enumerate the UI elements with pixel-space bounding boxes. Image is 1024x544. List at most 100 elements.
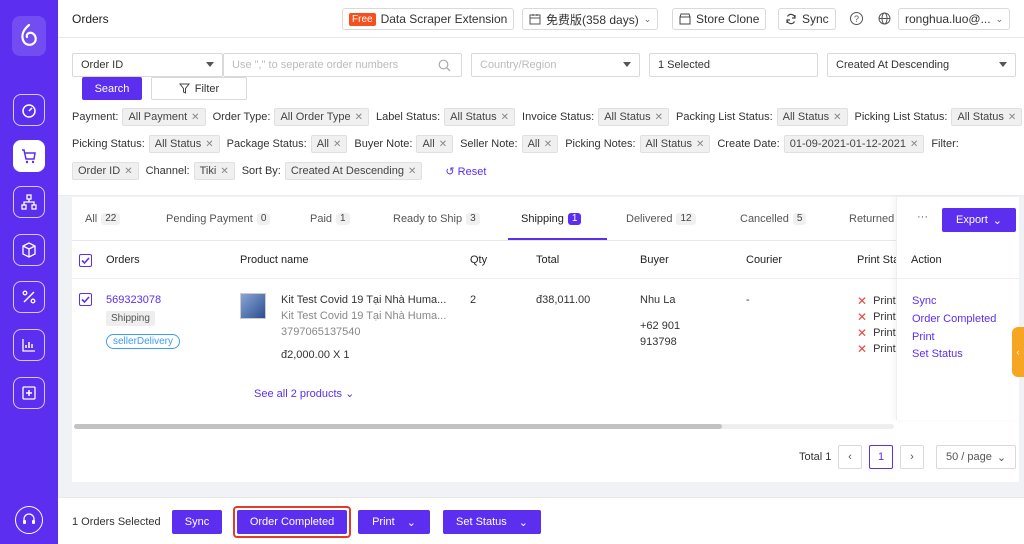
- tab-label: Shipping: [521, 213, 564, 225]
- action-sync-link[interactable]: Sync: [912, 295, 936, 307]
- close-icon[interactable]: ✕: [439, 139, 447, 150]
- report-icon[interactable]: [13, 329, 45, 361]
- support-icon[interactable]: [15, 506, 43, 534]
- product-title[interactable]: Kit Test Covid 19 Tại Nhà Huma...: [281, 294, 446, 306]
- order-total: đ38,011.00: [536, 294, 591, 306]
- action-print-link[interactable]: Print: [912, 331, 935, 343]
- scraper-extension-button[interactable]: Free Data Scraper Extension: [342, 8, 515, 30]
- filter-tag[interactable]: All Order Type ✕: [274, 108, 369, 126]
- unit-price: đ2,000.00 X 1: [281, 349, 350, 361]
- filter-label: Buyer Note:: [354, 138, 413, 150]
- filter-tag[interactable]: Order ID ✕: [72, 162, 139, 180]
- action-order-completed-link[interactable]: Order Completed: [912, 313, 996, 325]
- bulk-print-button[interactable]: Print ⌄: [358, 510, 430, 534]
- close-icon[interactable]: ✕: [833, 112, 841, 123]
- close-icon[interactable]: ✕: [696, 139, 704, 150]
- page-button-current[interactable]: 1: [869, 445, 893, 469]
- see-all-products-link[interactable]: See all 2 products ⌄: [254, 387, 354, 400]
- search-icon[interactable]: [438, 59, 451, 72]
- filter-tag[interactable]: All Status ✕: [148, 135, 220, 153]
- cart-icon[interactable]: [13, 140, 45, 172]
- horizontal-scrollbar[interactable]: [74, 424, 894, 429]
- sync-top-button[interactable]: Sync: [778, 8, 836, 30]
- chevron-right-icon: ›: [910, 451, 914, 463]
- filter-tag[interactable]: All ✕: [310, 135, 348, 153]
- close-icon[interactable]: ✕: [205, 139, 213, 150]
- next-page-button[interactable]: ›: [900, 445, 924, 469]
- filter-tag[interactable]: 01-09-2021-01-12-2021 ✕: [783, 135, 925, 153]
- more-options-icon[interactable]: ···: [917, 211, 928, 223]
- filter-tag[interactable]: All ✕: [521, 135, 559, 153]
- tab-cancelled[interactable]: Cancelled 5: [740, 213, 807, 225]
- filter-label: Packing List Status:: [676, 111, 773, 123]
- user-menu[interactable]: ronghua.luo@... ⌄: [898, 8, 1011, 30]
- order-number-link[interactable]: 569323078: [106, 294, 161, 306]
- select-all-checkbox[interactable]: [79, 254, 92, 267]
- country-region-select[interactable]: Country/Region: [471, 53, 640, 77]
- close-icon[interactable]: ✕: [1008, 112, 1016, 123]
- filter-tag-value: All Status: [450, 111, 497, 123]
- tab-label: All: [85, 213, 98, 225]
- hierarchy-icon[interactable]: [13, 186, 45, 218]
- globe-icon[interactable]: [878, 12, 891, 25]
- tab-count-badge: 0: [256, 213, 271, 225]
- filter-tag[interactable]: All Status ✕: [776, 108, 848, 126]
- close-icon[interactable]: ✕: [655, 112, 663, 123]
- tab-all[interactable]: All 22: [85, 213, 121, 225]
- help-icon[interactable]: ?: [850, 12, 863, 25]
- side-panel-toggle[interactable]: ‹: [1012, 327, 1024, 377]
- order-id-select[interactable]: Order ID: [72, 53, 223, 77]
- scrollbar-thumb[interactable]: [74, 424, 722, 429]
- calendar-icon: [529, 14, 541, 25]
- close-icon[interactable]: ✕: [544, 139, 552, 150]
- page-size-select[interactable]: 50 / page ⌄: [936, 445, 1016, 469]
- prev-page-button[interactable]: ‹: [838, 445, 862, 469]
- close-icon[interactable]: ✕: [220, 166, 228, 177]
- package-icon[interactable]: [13, 234, 45, 266]
- export-button[interactable]: Export ⌄: [942, 208, 1016, 232]
- store-clone-button[interactable]: Store Clone: [672, 8, 767, 30]
- tab-shipping[interactable]: Shipping 1: [521, 213, 582, 225]
- bulk-sync-button[interactable]: Sync: [172, 510, 222, 534]
- filter-tag[interactable]: All Status ✕: [951, 108, 1023, 126]
- bulk-action-bar: 1 Orders Selected Sync Order Completed P…: [58, 497, 1024, 544]
- tab-pending-payment[interactable]: Pending Payment 0: [166, 213, 271, 225]
- filter-tag[interactable]: All Status ✕: [598, 108, 670, 126]
- filter-button[interactable]: Filter: [151, 77, 247, 100]
- action-panel: ··· Export ⌄ Action Sync Order Completed …: [896, 197, 1020, 420]
- close-icon[interactable]: ✕: [910, 139, 918, 150]
- bulk-set-status-button[interactable]: Set Status ⌄: [443, 510, 541, 534]
- add-box-icon[interactable]: [13, 377, 45, 409]
- tab-paid[interactable]: Paid 1: [310, 213, 350, 225]
- tab-ready-to-ship[interactable]: Ready to Ship 3: [393, 213, 480, 225]
- close-icon[interactable]: ✕: [355, 112, 363, 123]
- close-icon[interactable]: ✕: [333, 139, 341, 150]
- close-icon[interactable]: ✕: [501, 112, 509, 123]
- logo-icon[interactable]: [12, 16, 46, 56]
- user-email: ronghua.luo@...: [905, 12, 991, 26]
- product-thumbnail[interactable]: [240, 293, 266, 319]
- search-button[interactable]: Search: [82, 77, 142, 100]
- filter-label: Order Type:: [212, 111, 271, 123]
- filter-tag[interactable]: All Payment ✕: [122, 108, 206, 126]
- discount-icon[interactable]: [13, 281, 45, 313]
- action-set-status-link[interactable]: Set Status: [912, 348, 963, 360]
- plan-dropdown[interactable]: 免费版(358 days) ⌄: [522, 8, 659, 30]
- row-checkbox[interactable]: [79, 293, 92, 306]
- close-icon[interactable]: ✕: [408, 166, 416, 177]
- tab-delivered[interactable]: Delivered 12: [626, 213, 696, 225]
- header-courier: Courier: [746, 254, 783, 266]
- filter-tag[interactable]: Created At Descending ✕: [284, 162, 423, 180]
- filter-tag[interactable]: All Status ✕: [444, 108, 516, 126]
- selected-filter[interactable]: 1 Selected: [649, 53, 818, 77]
- filter-tag[interactable]: Tiki ✕: [193, 162, 235, 180]
- order-number-input[interactable]: Use "," to seperate order numbers: [223, 53, 462, 77]
- plan-label: 免费版(358 days): [546, 12, 639, 27]
- dashboard-icon[interactable]: [13, 94, 45, 126]
- reset-link[interactable]: ↺ Reset: [445, 165, 486, 178]
- filter-tag[interactable]: All Status ✕: [639, 135, 711, 153]
- filter-tag[interactable]: All ✕: [416, 135, 454, 153]
- sort-select[interactable]: Created At Descending: [827, 53, 1016, 77]
- close-icon[interactable]: ✕: [124, 166, 132, 177]
- close-icon[interactable]: ✕: [191, 112, 199, 123]
